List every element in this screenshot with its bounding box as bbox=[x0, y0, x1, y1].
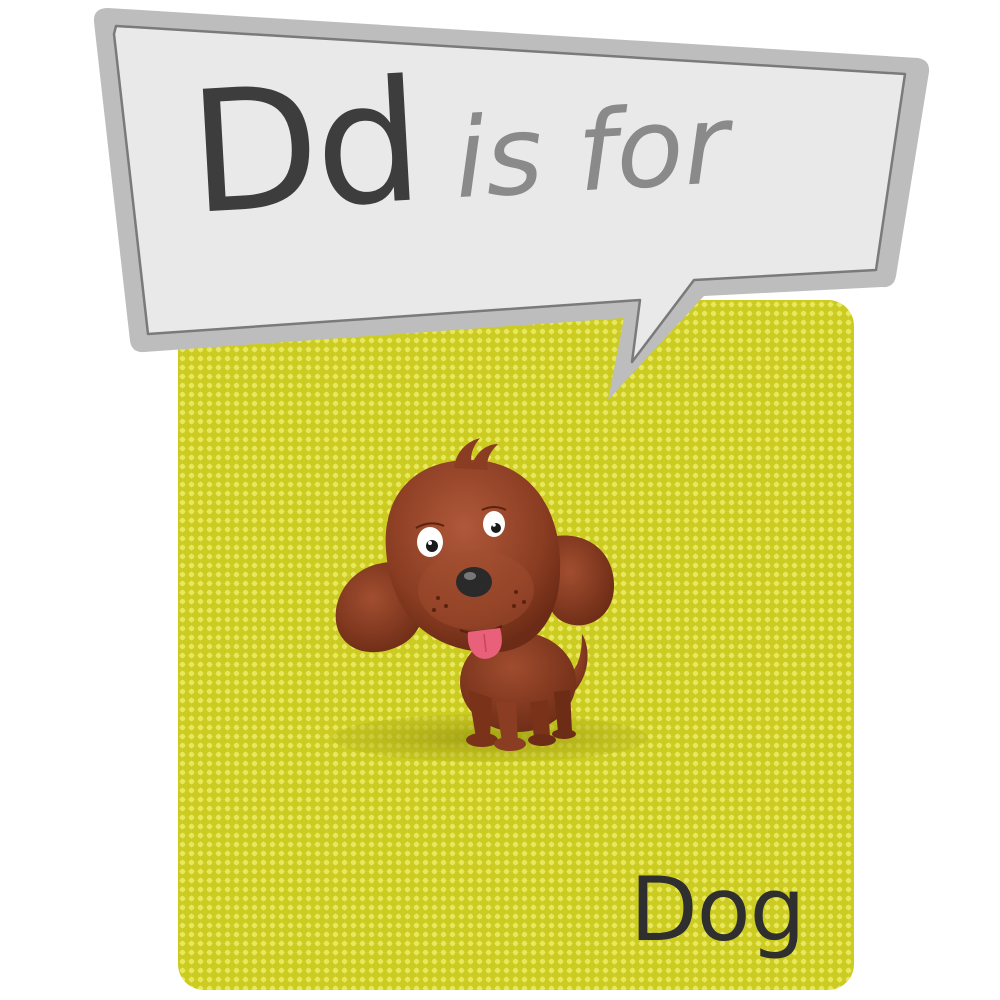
flashcard: Dd is for Dog bbox=[0, 0, 1000, 1000]
card-word: Dog bbox=[630, 858, 805, 961]
connector-text: is for bbox=[451, 80, 732, 224]
headline: Dd is for bbox=[184, 40, 732, 252]
letter-pair: Dd bbox=[184, 43, 424, 252]
dog-icon bbox=[332, 438, 648, 762]
